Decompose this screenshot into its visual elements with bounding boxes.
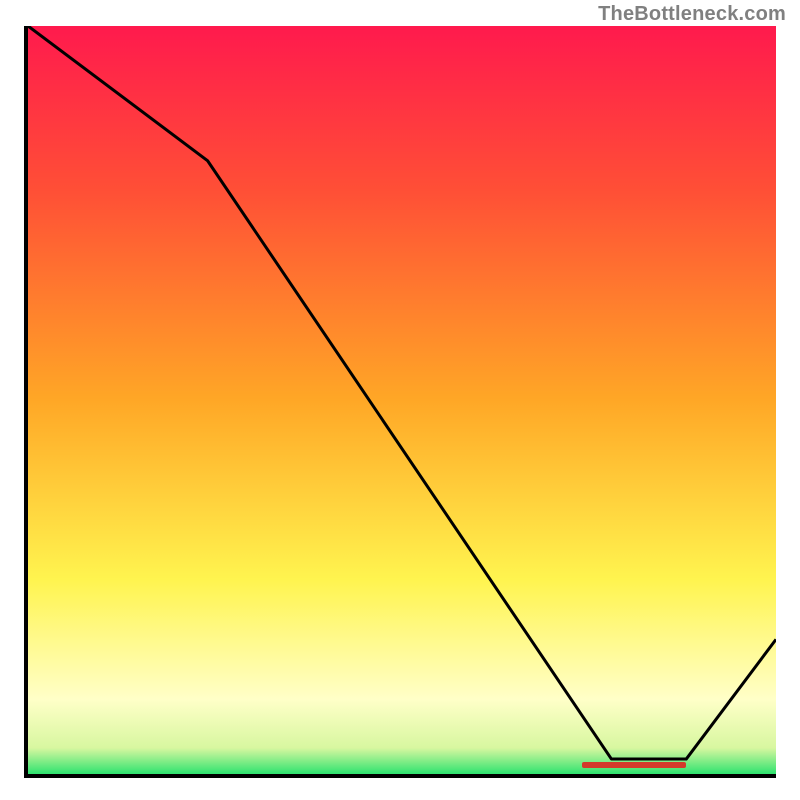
chart-plot-area — [24, 26, 776, 778]
chart-optimal-marker — [582, 762, 687, 768]
chart-line — [28, 26, 776, 774]
chart-inner — [28, 26, 776, 774]
chart-series-polyline — [28, 26, 776, 759]
attribution-text: TheBottleneck.com — [598, 3, 786, 26]
